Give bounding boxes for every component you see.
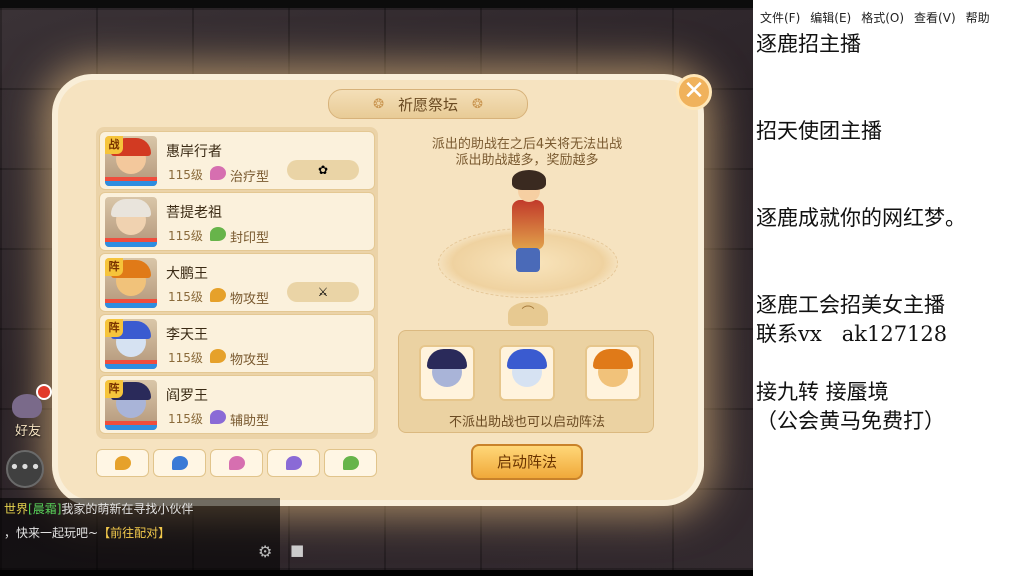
hero-level: 115级	[168, 229, 203, 243]
filter-physical-button[interactable]	[96, 449, 149, 477]
assist-hint-line1: 派出的助战在之后4关将无法出战	[431, 137, 623, 152]
hero-row[interactable]: 战 惠岸行者 115级 治疗型 ✿	[99, 131, 375, 190]
assist-slot[interactable]	[419, 345, 475, 401]
role-icon	[210, 288, 226, 302]
menu-item[interactable]: 查看(V)	[914, 9, 956, 29]
menu-item[interactable]: 格式(O)	[861, 9, 904, 29]
chat-link[interactable]: 【前往配对】	[98, 526, 170, 540]
role-icon	[210, 166, 226, 180]
player-character	[500, 170, 556, 274]
hero-hp-bar	[105, 421, 157, 430]
start-formation-button[interactable]: 启动阵法	[471, 444, 583, 480]
swirl-right-icon: ❂	[472, 96, 483, 112]
chat-user[interactable]: [晨霜]	[28, 502, 61, 516]
character-hair	[512, 170, 546, 190]
chat-text: ，快来一起玩吧~	[4, 526, 99, 540]
chat-log[interactable]: 世界[晨霜]我家的萌新在寻找小伙伴 ，快来一起玩吧~【前往配对】	[0, 498, 280, 570]
filter-heal-button[interactable]	[210, 449, 263, 477]
hero-hp-bar	[105, 177, 157, 186]
rune-emblem-icon: ⌒	[508, 302, 548, 326]
hero-row[interactable]: 阵 大鹏王 115级 物攻型 ⚔	[99, 253, 375, 312]
filter-support-button[interactable]	[267, 449, 320, 477]
hero-name: 大鹏王	[166, 266, 208, 282]
filter-heal-icon	[228, 456, 245, 470]
chat-channel: 世界	[4, 502, 29, 516]
settings-gear-icon[interactable]: ⚙	[258, 542, 272, 561]
hero-list: 战惠岸行者 115级 治疗型 ✿ 菩提老祖 115级 封印型阵大鹏王 115级 物攻型 ⚔ 阵李天王…	[96, 127, 378, 439]
chat-line: ，快来一起玩吧~【前往配对】	[4, 524, 170, 541]
hero-role: 物攻型	[230, 292, 270, 307]
filter-physical-icon	[114, 456, 131, 470]
assist-hero-hair	[593, 349, 633, 369]
role-icon	[210, 410, 226, 424]
filter-support-icon	[285, 456, 302, 470]
assist-slot[interactable]	[585, 345, 641, 401]
swirl-left-icon: ❂	[373, 96, 384, 112]
hero-hp-bar	[105, 299, 157, 308]
hero-name: 李天王	[166, 327, 208, 343]
hero-tag-badge: 阵	[105, 258, 123, 276]
hero-role: 辅助型	[230, 414, 270, 429]
hero-level: 115级	[168, 351, 203, 365]
filter-magic-icon	[171, 456, 188, 470]
hero-name: 惠岸行者	[166, 144, 222, 160]
hero-role: 物攻型	[230, 353, 270, 368]
hero-row[interactable]: 菩提老祖 115级 封印型	[99, 192, 375, 251]
friends-button[interactable]: 好友	[6, 384, 52, 439]
menu-item[interactable]: 帮助	[966, 9, 990, 29]
assist-hero-hair	[427, 349, 467, 369]
assist-hint: 派出的助战在之后4关将无法出战 派出助战越多，奖励越多	[404, 137, 650, 169]
hero-hp-bar	[105, 238, 157, 247]
hero-hair	[111, 199, 151, 217]
hero-portrait: 战	[105, 136, 157, 186]
hero-portrait: 阵	[105, 258, 157, 308]
hero-portrait: 阵	[105, 380, 157, 430]
filter-seal-icon	[342, 456, 359, 470]
role-icon	[210, 227, 226, 241]
chat-text: 我家的萌新在寻找小伙伴	[61, 502, 194, 516]
assist-slot[interactable]	[499, 345, 555, 401]
hero-row[interactable]: 阵 阎罗王 115级 辅助型	[99, 375, 375, 434]
menu-item[interactable]: 文件(F)	[760, 9, 800, 29]
equip-slot-icon: ✿	[287, 160, 359, 180]
filter-seal-button[interactable]	[324, 449, 377, 477]
camera-icon[interactable]: ■	[290, 541, 304, 559]
panel-title-bar: ❂ 祈愿祭坛 ❂	[328, 89, 528, 119]
hero-role: 封印型	[230, 231, 270, 246]
hero-tag-badge: 阵	[105, 319, 123, 337]
panel-title: 祈愿祭坛	[397, 95, 458, 114]
hero-portrait: 阵	[105, 319, 157, 369]
hero-level: 115级	[168, 290, 203, 304]
notification-dot	[36, 384, 52, 400]
role-filter-row	[96, 449, 380, 477]
hero-row[interactable]: 阵 李天王 115级 物攻型	[99, 314, 375, 373]
assist-note: 不派出助战也可以启动阵法	[448, 415, 605, 430]
top-black-strip	[0, 0, 753, 8]
friends-label: 好友	[14, 424, 41, 439]
equip-slot-icon: ⚔	[287, 282, 359, 302]
role-icon	[210, 349, 226, 363]
hero-portrait	[105, 197, 157, 247]
notepad-window: 文件(F) 编辑(E) 格式(O) 查看(V) 帮助 逐鹿招主播 招天使团主播 逐鹿成就…	[753, 0, 1024, 576]
assist-hero-hair	[507, 349, 547, 369]
chat-line: 世界[晨霜]我家的萌新在寻找小伙伴	[4, 500, 193, 517]
chat-bubble-icon[interactable]: •••	[6, 450, 44, 488]
hero-name: 菩提老祖	[166, 205, 222, 221]
assist-slots-box: 不派出助战也可以启动阵法	[398, 330, 654, 433]
notepad-text[interactable]: 逐鹿招主播 招天使团主播 逐鹿成就你的网红梦。 逐鹿工会招美女主播 联系vx a…	[756, 30, 1024, 436]
hero-level: 115级	[168, 412, 203, 426]
assist-hint-line2: 派出助战越多，奖励越多	[455, 153, 599, 168]
hero-name: 阎罗王	[166, 388, 208, 404]
notepad-menubar: 文件(F) 编辑(E) 格式(O) 查看(V) 帮助	[753, 9, 1024, 29]
menu-item[interactable]: 编辑(E)	[810, 9, 851, 29]
hero-hp-bar	[105, 360, 157, 369]
hero-level: 115级	[168, 168, 203, 182]
close-button[interactable]: ✕	[676, 74, 712, 110]
hero-role: 治疗型	[230, 170, 270, 185]
character-legs	[516, 248, 540, 272]
filter-magic-button[interactable]	[153, 449, 206, 477]
hero-tag-badge: 战	[105, 136, 123, 154]
hero-tag-badge: 阵	[105, 380, 123, 398]
character-body	[512, 200, 544, 250]
